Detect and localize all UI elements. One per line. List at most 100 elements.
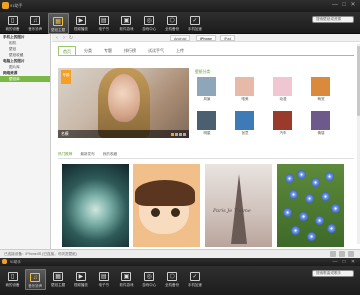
categories-title: 壁纸分类 [195, 70, 211, 74]
toolbar-button[interactable]: ⬡ 全机备份 [162, 13, 183, 34]
toolbar-button[interactable]: ▣ 软件游戏 [116, 269, 137, 290]
flower-shape [289, 190, 298, 199]
maximize-icon[interactable]: □ [341, 2, 347, 8]
featured-banner[interactable]: 专题 名模 [58, 68, 189, 138]
category-item[interactable]: 情感 [309, 111, 333, 136]
cartoon-eye [151, 208, 160, 217]
tab-ipad[interactable]: iPad [220, 35, 236, 41]
tab-iphone[interactable]: iPhone [196, 35, 216, 41]
toolbar-button[interactable]: ▯ 我的设备 [2, 13, 23, 34]
toolbar-button[interactable]: ▤ 电子书 [93, 269, 114, 290]
flower-shape [307, 232, 316, 241]
category-tab[interactable]: 分类 [80, 46, 96, 55]
pager-dot[interactable] [183, 133, 186, 136]
toolbar-button-label: 手机加速 [187, 283, 202, 287]
category-thumb [311, 111, 330, 130]
category-tab[interactable]: 首页 [58, 46, 76, 55]
message-icon[interactable] [339, 251, 345, 257]
toolbar-button[interactable]: ◎ 游戏中心 [139, 13, 160, 34]
toolbar-button[interactable]: ⬡ 全机备份 [162, 269, 183, 290]
category-tab[interactable]: 上传 [172, 46, 188, 55]
wallpaper-icon: ▦ [53, 17, 64, 26]
toolbar-button-label: 软件游戏 [119, 283, 134, 287]
refresh-icon[interactable]: ↻ [68, 35, 74, 41]
search-input[interactable]: 搜索歌曲或歌手 [312, 270, 354, 277]
sub-tab[interactable]: 最新发布 [80, 152, 94, 157]
toolbar-button[interactable]: ♫ 音乐铃声 [25, 13, 46, 34]
cartoon-hair [135, 180, 195, 206]
sidebar-item[interactable]: 壁纸库 [0, 76, 50, 82]
shield-icon: ✓ [189, 16, 200, 25]
toolbar-buttons: ▯ 我的设备 ♫ 音乐铃声 ▦ 壁纸主题 ▶ 视频播放 ▤ 电子书 ▣ 软件游戏 ◎ 游戏中心 ⬡ 全机备份 ✓… [2, 269, 207, 290]
category-tab[interactable]: 排行榜 [120, 46, 140, 55]
cartoon-eye [171, 208, 180, 217]
flower-shape [321, 192, 330, 201]
category-tab[interactable]: 试试手气 [144, 46, 168, 55]
category-item[interactable]: 创意 [233, 111, 257, 136]
toolbar-button-label: 全机备份 [165, 27, 180, 31]
category-item[interactable]: 唯美 [233, 77, 257, 102]
maximize-icon[interactable]: □ [341, 259, 347, 265]
sub-tab[interactable]: 我的收藏 [103, 152, 117, 157]
toolbar-button[interactable]: ▶ 视频播放 [70, 13, 91, 34]
download-icon[interactable] [348, 251, 354, 257]
flower-shape [311, 178, 320, 187]
toolbar-button[interactable]: ▤ 电子书 [93, 13, 114, 34]
category-item[interactable]: 萌宠 [309, 77, 333, 102]
wallpaper-thumb[interactable] [62, 164, 129, 247]
category-item[interactable]: 明星 [195, 111, 219, 136]
toolbar-button-label: 我的设备 [5, 283, 20, 287]
category-name: 创意 [241, 131, 249, 135]
toolbar-button[interactable]: ✓ 手机加速 [184, 13, 205, 34]
toolbar-button[interactable]: ◎ 游戏中心 [139, 269, 160, 290]
toolbar-button[interactable]: ✓ 手机加速 [184, 269, 205, 290]
tab-android[interactable]: Android [170, 35, 191, 41]
toolbar-button-label: 壁纸主题 [51, 28, 66, 32]
toolbar-button[interactable]: ▦ 壁纸主题 [48, 269, 69, 290]
category-tab[interactable]: 专题 [100, 46, 116, 55]
wallpaper-icon: ▦ [53, 272, 64, 281]
category-item[interactable]: 汽车 [271, 111, 295, 136]
toolbar-button-label: 电子书 [98, 283, 109, 287]
search-input[interactable]: 搜索壁纸或资源 [312, 16, 354, 23]
pager-dot[interactable] [175, 133, 178, 136]
close-icon[interactable]: ✕ [350, 259, 356, 265]
flower-shape [305, 194, 314, 203]
flower-shape [283, 208, 292, 217]
ebook-icon: ▤ [98, 16, 109, 25]
minimize-icon[interactable]: — [332, 259, 338, 265]
window-title: 91助手 [10, 3, 23, 8]
category-item[interactable]: 动漫 [271, 77, 295, 102]
category-item[interactable]: 风景 [195, 77, 219, 102]
shield-icon: ✓ [189, 272, 200, 281]
toolbar-button[interactable]: ♫ 音乐铃声 [24, 269, 46, 290]
flower-shape [315, 216, 324, 225]
pager-dot[interactable] [171, 133, 174, 136]
wallpaper-thumb[interactable]: Paris Je T'aime [205, 164, 272, 247]
toolbar-button-label: 视频播放 [73, 283, 88, 287]
nav-row: ‹ › ↻ Android iPhone iPad [52, 34, 360, 42]
toolbar-button-label: 软件游戏 [119, 27, 134, 31]
wallpaper-text: Paris Je T'aime [213, 208, 251, 214]
forward-icon[interactable]: › [61, 35, 67, 41]
banner-pager [171, 133, 186, 136]
pager-dot[interactable] [179, 133, 182, 136]
toolbar-button[interactable]: ▶ 视频播放 [70, 269, 91, 290]
toolbar-button[interactable]: ▣ 软件游戏 [116, 13, 137, 34]
back-icon[interactable]: ‹ [54, 35, 60, 41]
settings-icon[interactable] [330, 251, 336, 257]
wallpaper-thumb[interactable] [133, 164, 200, 247]
category-tabs: 首页 分类 专题 排行榜 试试手气 上传 [58, 46, 192, 55]
status-text: 已连接设备：iPhone4S (已连接，可浏览壁纸) [4, 252, 77, 256]
category-name: 萌宠 [317, 97, 325, 101]
minimize-icon[interactable]: — [332, 2, 338, 8]
backup-icon: ⬡ [167, 272, 178, 281]
close-icon[interactable]: ✕ [350, 2, 356, 8]
toolbar-button[interactable]: ▦ 壁纸主题 [47, 13, 69, 34]
toolbar-button[interactable]: ▯ 我的设备 [2, 269, 23, 290]
sub-tab[interactable]: 热门推荐 [58, 152, 72, 157]
category-name: 唯美 [241, 97, 249, 101]
second-toolbar: ▯ 我的设备 ♫ 音乐铃声 ▦ 壁纸主题 ▶ 视频播放 ▤ 电子书 ▣ 软件游戏 ◎ 游戏中心 ⬡ 全机备份 ✓… [0, 266, 360, 295]
toolbar-button-label: 我的设备 [5, 27, 20, 31]
wallpaper-thumb[interactable] [277, 164, 344, 247]
